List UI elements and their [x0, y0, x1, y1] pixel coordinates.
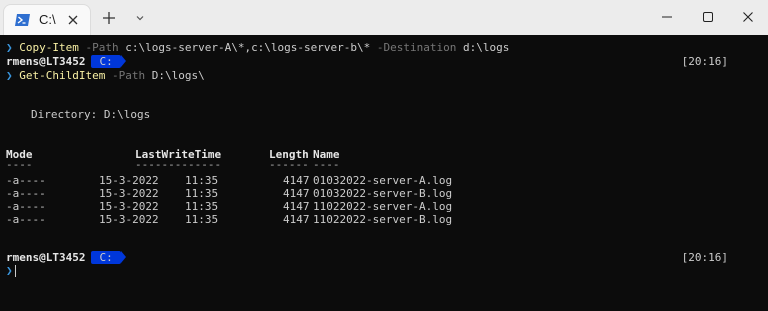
- tab-c-drive[interactable]: C:\: [4, 5, 90, 35]
- prompt-chevron-icon: ❯: [6, 41, 13, 54]
- prompt-line: rmens@LT3452 C:: [6, 55, 126, 69]
- param-path: -Path: [85, 41, 119, 54]
- row-name: 11022022-server-A.log: [313, 200, 453, 213]
- param-path: -Path: [111, 69, 146, 82]
- badge-arrow-icon: [120, 251, 126, 263]
- arg-path: D:\logs\: [151, 69, 205, 82]
- close-window-icon[interactable]: [741, 10, 755, 24]
- prompt-path-badge: C:: [91, 251, 121, 264]
- prompt-user-host: rmens@LT3452: [6, 251, 86, 264]
- row-length: 4147: [283, 174, 310, 187]
- prompt-line: rmens@LT3452 C:: [6, 251, 126, 265]
- new-tab-plus-icon[interactable]: [101, 10, 117, 26]
- close-tab-icon[interactable]: [67, 14, 79, 26]
- prompt-chevron-icon: ❯: [6, 264, 13, 277]
- badge-arrow-icon: [120, 55, 126, 67]
- prompt-chevron-icon: ❯: [6, 69, 13, 82]
- cmdlet-copy-item: Copy-Item: [19, 41, 79, 54]
- command-line-copy-item: ❯ Copy-Item -Path c:\logs-server-A\*,c:\…: [6, 41, 509, 55]
- maximize-icon[interactable]: [701, 10, 715, 24]
- input-line[interactable]: ❯: [6, 264, 16, 278]
- prompt-time: [20:16]: [681, 251, 728, 264]
- row-date: 15-3-2022: [99, 174, 159, 187]
- row-date: 15-3-2022: [99, 213, 159, 226]
- prompt-time: [20:16]: [681, 55, 728, 68]
- row-length: 4147: [283, 200, 310, 213]
- column-underline-mode: ----: [6, 158, 33, 171]
- row-name: 01032022-server-A.log: [313, 174, 453, 187]
- cmdlet-get-childitem: Get-ChildItem: [19, 69, 106, 82]
- column-underline-name: ----: [313, 158, 340, 171]
- row-time: 11:35: [185, 187, 219, 200]
- arg-source-paths: c:\logs-server-A\*,c:\logs-server-b\*: [125, 41, 371, 54]
- row-length: 4147: [283, 213, 310, 226]
- prompt-path-badge: C:: [91, 55, 121, 68]
- chevron-down-icon[interactable]: [134, 12, 146, 24]
- row-mode: -a----: [6, 200, 46, 213]
- row-name: 11022022-server-B.log: [313, 213, 453, 226]
- terminal-output[interactable]: ❯ Copy-Item -Path c:\logs-server-A\*,c:\…: [0, 35, 768, 311]
- row-mode: -a----: [6, 213, 46, 226]
- row-time: 11:35: [185, 174, 219, 187]
- powershell-icon: [15, 14, 30, 26]
- arg-destination-path: d:\logs: [463, 41, 510, 54]
- param-destination: -Destination: [376, 41, 457, 54]
- column-underline-lastwritetime: -------------: [135, 158, 222, 171]
- row-name: 01032022-server-B.log: [313, 187, 453, 200]
- row-time: 11:35: [185, 213, 219, 226]
- row-time: 11:35: [185, 200, 219, 213]
- row-mode: -a----: [6, 174, 46, 187]
- row-date: 15-3-2022: [99, 187, 159, 200]
- command-line-get-childitem: ❯ Get-ChildItem -Path D:\logs\: [6, 69, 205, 83]
- row-mode: -a----: [6, 187, 46, 200]
- title-bar: C:\: [0, 0, 768, 35]
- directory-line: Directory: D:\logs: [31, 108, 151, 121]
- prompt-user-host: rmens@LT3452: [6, 55, 86, 68]
- text-cursor: [14, 265, 16, 277]
- row-date: 15-3-2022: [99, 200, 159, 213]
- minimize-icon[interactable]: [660, 10, 674, 24]
- row-length: 4147: [283, 187, 310, 200]
- tab-title: C:\: [39, 12, 56, 27]
- column-underline-length: ------: [269, 158, 309, 171]
